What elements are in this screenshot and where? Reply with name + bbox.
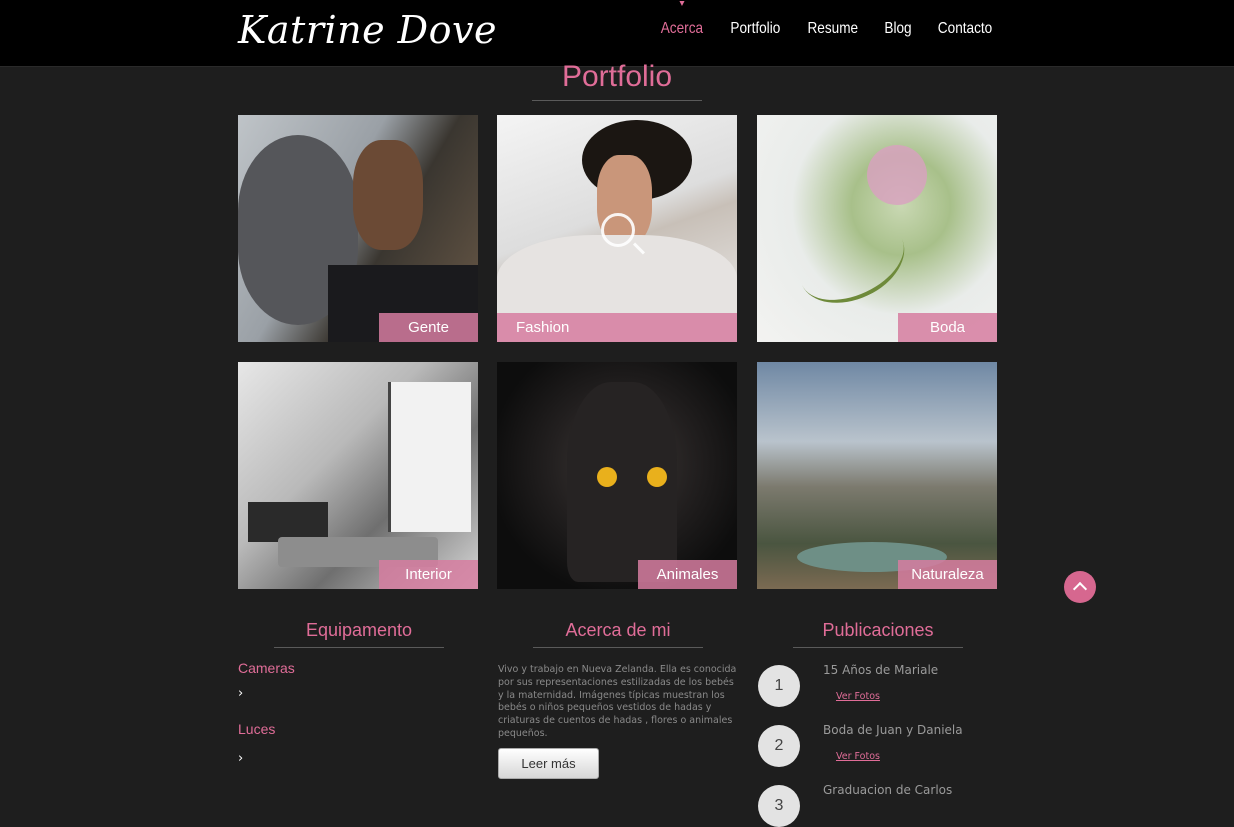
chevron-right-icon[interactable]: › bbox=[238, 686, 243, 701]
publicaciones-section-title: Publicaciones bbox=[793, 620, 963, 648]
portfolio-tile-fashion[interactable]: Fashion bbox=[497, 115, 737, 342]
chevron-right-icon[interactable]: › bbox=[238, 751, 243, 766]
tile-caption: Gente bbox=[379, 313, 478, 342]
portfolio-tile-animales[interactable]: Animales bbox=[497, 362, 737, 589]
divider bbox=[793, 647, 963, 648]
divider bbox=[274, 647, 444, 648]
cat-eye-shape bbox=[647, 467, 667, 487]
window-photo-shape bbox=[388, 382, 471, 532]
pub-view-photos-link[interactable]: Ver Fotos bbox=[836, 751, 880, 762]
about-text: Vivo y trabajo en Nueva Zelanda. Ella es… bbox=[498, 664, 737, 739]
flower-photo-shape bbox=[867, 145, 927, 205]
chevron-up-icon[interactable] bbox=[1064, 571, 1096, 603]
portfolio-tile-gente[interactable]: Gente bbox=[238, 115, 478, 342]
cat-eye-shape bbox=[597, 467, 617, 487]
about-section-title: Acerca de mi bbox=[533, 620, 703, 648]
nav-acerca[interactable]: Acerca bbox=[661, 1, 703, 38]
nav-contacto[interactable]: Contacto bbox=[938, 20, 992, 38]
magnifier-icon bbox=[601, 213, 635, 247]
pub-title: Boda de Juan y Daniela bbox=[823, 723, 963, 737]
pub-number-badge: 1 bbox=[758, 665, 800, 707]
portfolio-tile-boda[interactable]: Boda bbox=[757, 115, 997, 342]
face-photo-shape bbox=[353, 140, 423, 250]
divider bbox=[533, 647, 703, 648]
tile-caption: Boda bbox=[898, 313, 997, 342]
nav-portfolio[interactable]: Portfolio bbox=[730, 20, 780, 38]
nav-resume[interactable]: Resume bbox=[808, 20, 859, 38]
pub-view-photos-link[interactable]: Ver Fotos bbox=[836, 691, 880, 702]
sofa-photo-shape bbox=[248, 502, 328, 542]
about-heading: Acerca de mi bbox=[565, 620, 671, 640]
divider bbox=[532, 100, 702, 101]
tile-caption: Animales bbox=[638, 560, 737, 589]
pub-title: Graduacion de Carlos bbox=[823, 783, 953, 797]
tile-caption: Fashion bbox=[497, 313, 737, 342]
equipamento-section-title: Equipamento bbox=[274, 620, 444, 648]
pub-number-badge: 3 bbox=[758, 785, 800, 827]
equipamento-heading: Equipamento bbox=[305, 620, 413, 640]
equip-item-luces[interactable]: Luces bbox=[238, 721, 275, 737]
pub-number-badge: 2 bbox=[758, 725, 800, 767]
stems-photo-shape bbox=[786, 205, 918, 319]
portfolio-tile-naturaleza[interactable]: Naturaleza bbox=[757, 362, 997, 589]
portfolio-heading: Portfolio bbox=[561, 60, 673, 93]
tile-caption: Naturaleza bbox=[898, 560, 997, 589]
site-header: Katrine Dove Acerca Portfolio Resume Blo… bbox=[0, 0, 1234, 67]
main-nav: Acerca Portfolio Resume Blog Contacto bbox=[657, 1, 997, 38]
nav-blog[interactable]: Blog bbox=[884, 20, 911, 38]
publicaciones-heading: Publicaciones bbox=[822, 620, 934, 640]
equip-item-cameras[interactable]: Cameras bbox=[238, 660, 295, 676]
site-logo[interactable]: Katrine Dove bbox=[238, 8, 497, 52]
read-more-button[interactable]: Leer más bbox=[498, 748, 599, 779]
portfolio-tile-interior[interactable]: Interior bbox=[238, 362, 478, 589]
tile-caption: Interior bbox=[379, 560, 478, 589]
pub-title: 15 Años de Mariale bbox=[823, 663, 939, 677]
portfolio-section-title: Portfolio bbox=[532, 60, 702, 101]
